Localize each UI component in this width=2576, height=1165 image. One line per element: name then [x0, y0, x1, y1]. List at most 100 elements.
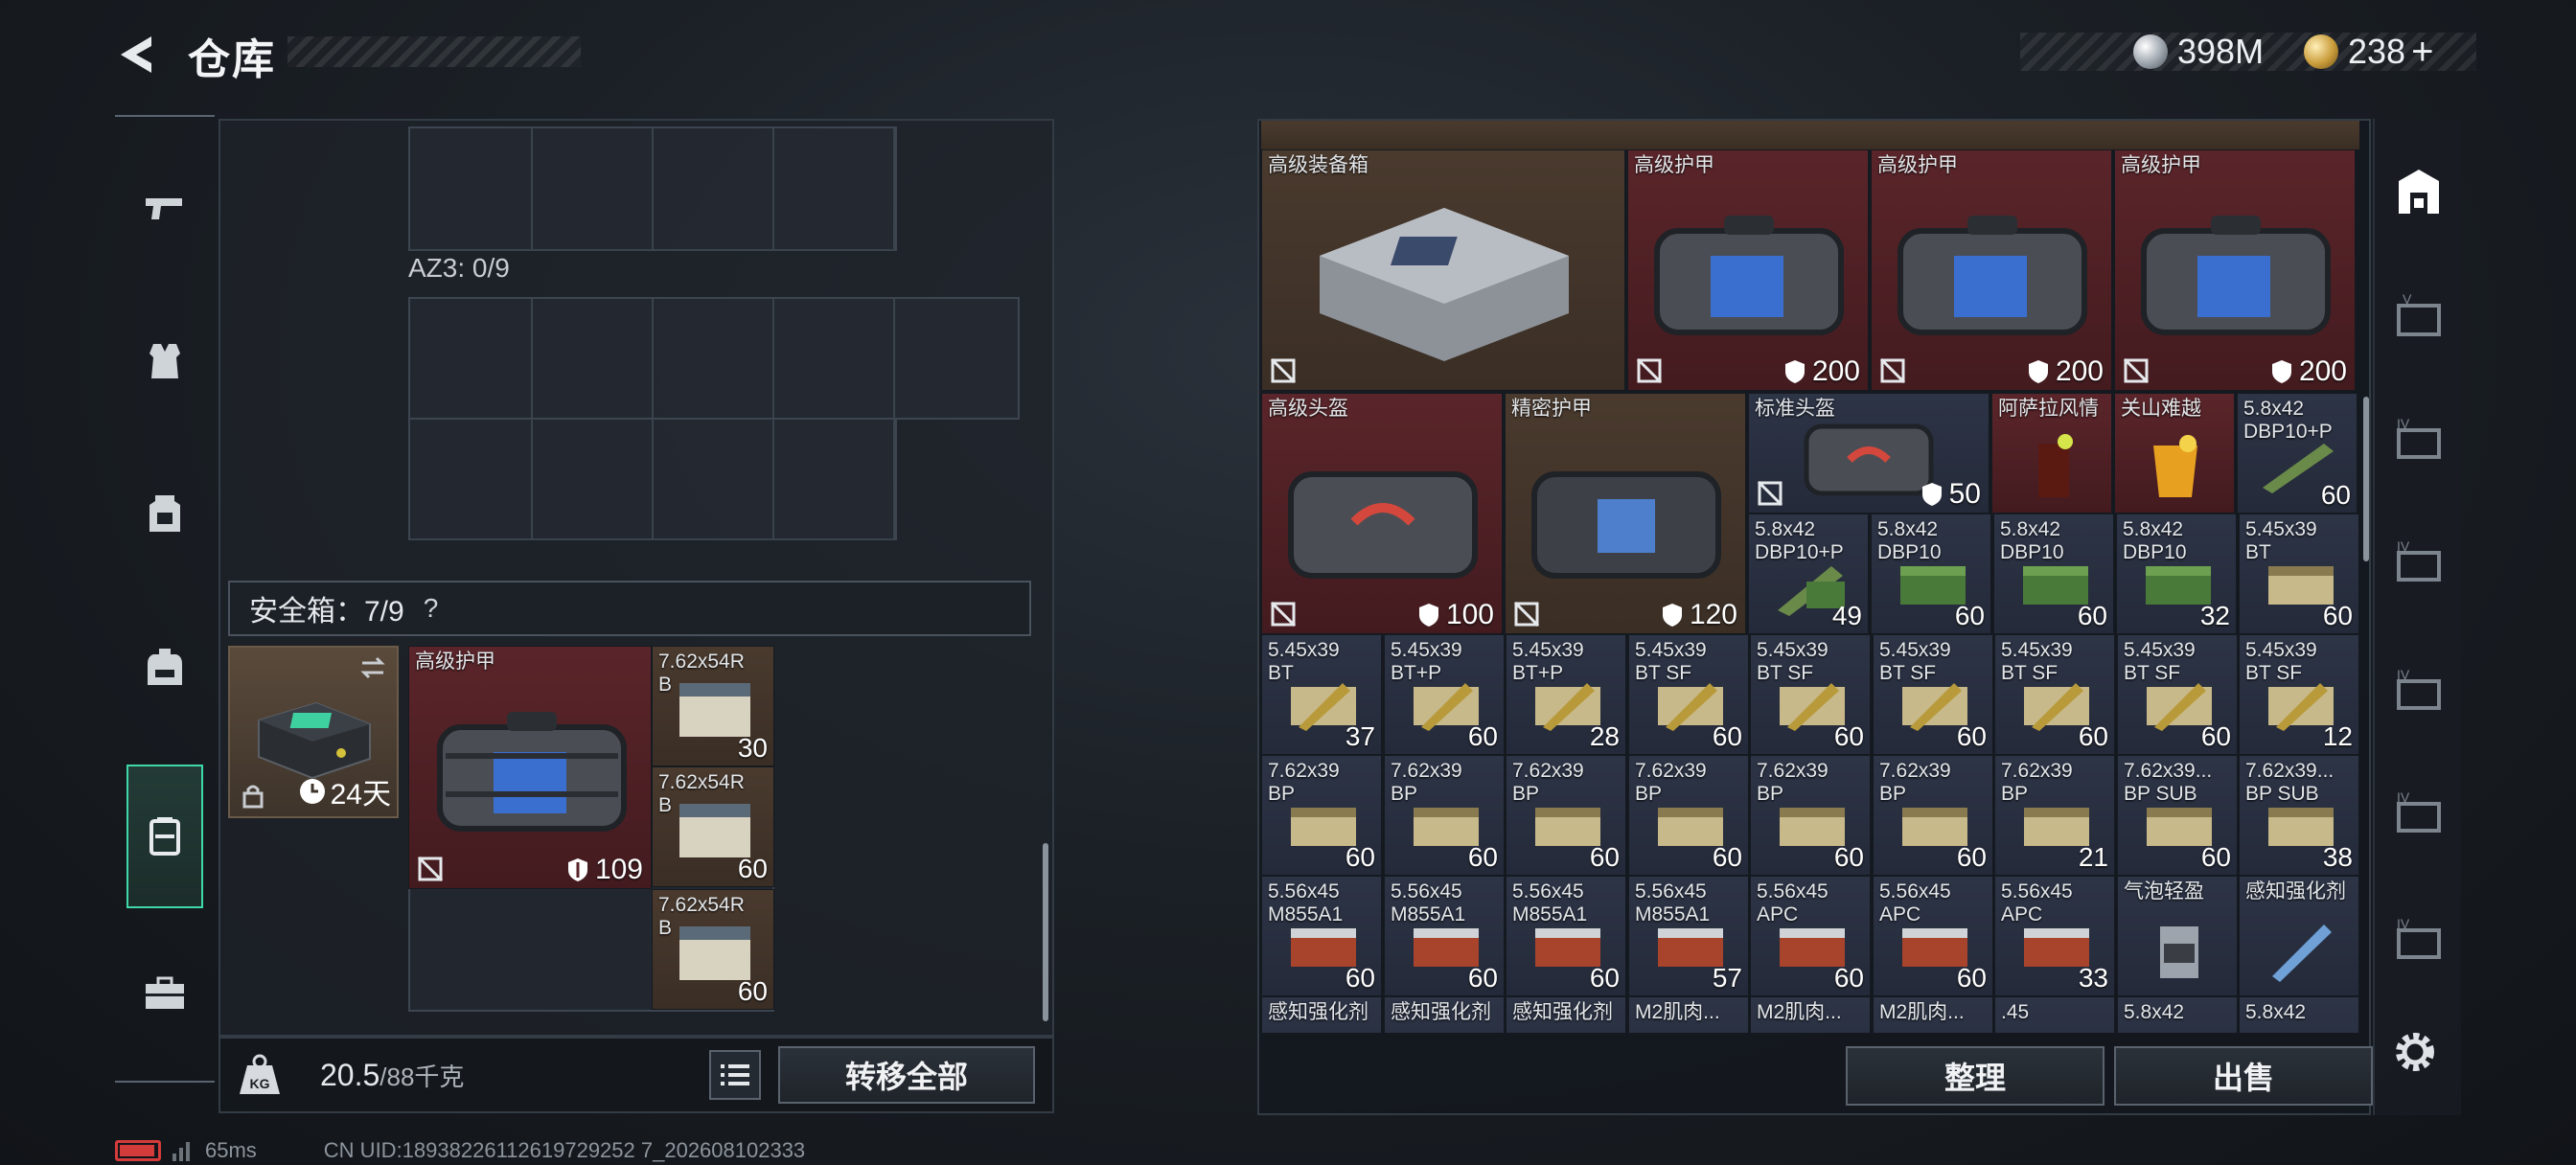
stash-tab-iv-icon: IV: [2397, 667, 2441, 710]
stash-item[interactable]: 5.56x45 M855A1 57: [1628, 876, 1749, 996]
stash-tab-iv[interactable]: IV: [2384, 780, 2453, 849]
item-count: 30: [737, 733, 768, 763]
stash-item-ammo[interactable]: 5.8x42 DBP10+P 60: [2237, 393, 2358, 514]
stash-item[interactable]: 5.8x42: [2239, 996, 2359, 1033]
item-name: 7.62x39 BP: [1879, 760, 1951, 805]
stash-item[interactable]: 气泡轻盈: [2117, 876, 2238, 996]
stash-item-ammo[interactable]: 5.8x42 DBP10 60: [1871, 514, 1991, 634]
sidebar-item-safe-box[interactable]: [126, 765, 203, 908]
stash-item[interactable]: 5.56x45 M855A1 60: [1506, 876, 1626, 996]
stash-item[interactable]: 5.45x39 BT 37: [1261, 634, 1382, 755]
stash-item[interactable]: 5.56x45 M855A1 60: [1384, 876, 1505, 996]
sidebar-item-weapons[interactable]: [126, 136, 203, 280]
stash-item-gear-case[interactable]: 高级装备箱: [1261, 149, 1625, 391]
item-name: 7.62x39 BP: [1268, 760, 1340, 805]
safebox-timer: 24天: [298, 770, 391, 812]
stash-item[interactable]: 7.62x39 BP 60: [1506, 755, 1626, 876]
stash-item-armor[interactable]: 高级护甲 200: [1627, 149, 1869, 391]
stash-item[interactable]: 5.45x39 BT SF 60: [1628, 634, 1749, 755]
item-name: 5.45x39 BT SF: [1757, 639, 1828, 684]
stash-item-drink[interactable]: 阿萨拉风情: [1991, 393, 2112, 514]
stash-item[interactable]: 5.56x45 APC 60: [1873, 876, 1993, 996]
stash-item[interactable]: 7.62x39... BP SUB 60: [2117, 755, 2238, 876]
safebox-ammo-item[interactable]: 7.62x54R B 30: [652, 646, 774, 766]
stash-item[interactable]: 5.45x39 BT SF 60: [1873, 634, 1993, 755]
stash-item[interactable]: M2肌肉...: [1873, 996, 1993, 1033]
list-view-button[interactable]: [709, 1050, 761, 1100]
swap-icon[interactable]: [358, 653, 387, 682]
item-count: 60: [2322, 601, 2353, 630]
stash-item[interactable]: M2肌肉...: [1628, 996, 1749, 1033]
stash-item[interactable]: 7.62x39 BP 60: [1873, 755, 1993, 876]
stash-item-precision-armor[interactable]: 精密护甲 120: [1505, 393, 1746, 634]
stash-item[interactable]: 5.45x39 BT SF 60: [1994, 634, 2115, 755]
stash-item[interactable]: 7.62x39 BP 60: [1384, 755, 1505, 876]
sidebar-item-chest-rig[interactable]: [126, 443, 203, 586]
battery-low-icon: [115, 1140, 161, 1161]
item-name: 7.62x39 BP: [2001, 760, 2073, 805]
stash-item[interactable]: 5.8x42: [2117, 996, 2238, 1033]
stash-item-helmet[interactable]: 高级头盔 100: [1261, 393, 1503, 634]
left-panel-scrollbar[interactable]: [1043, 843, 1048, 1021]
transfer-all-button[interactable]: 转移全部: [778, 1046, 1035, 1104]
armor-durability: 120: [1661, 599, 1737, 631]
stash-item[interactable]: 感知强化剂: [1506, 996, 1626, 1033]
safebox-ammo-item[interactable]: 7.62x54R B 60: [652, 766, 774, 887]
stash-tab-sidebar: V IV IV IV IV IV: [2373, 119, 2461, 1115]
stash-item[interactable]: M2肌肉...: [1750, 996, 1871, 1033]
stash-item-armor[interactable]: 高级护甲 200: [2114, 149, 2356, 391]
sidebar-item-toolbox[interactable]: [126, 922, 203, 1065]
silver-amount: 398M: [2177, 32, 2265, 71]
stash-item[interactable]: 7.62x39 BP 60: [1261, 755, 1382, 876]
stash-item[interactable]: 5.45x39 BT SF 12: [2239, 634, 2359, 755]
durability-value: 100: [1445, 599, 1494, 630]
left-category-sidebar: [115, 115, 215, 1083]
item-count: 60: [1954, 601, 1985, 630]
help-icon[interactable]: ?: [424, 593, 439, 624]
stash-item[interactable]: .45: [1994, 996, 2115, 1033]
safebox-item-card[interactable]: 24天: [228, 646, 399, 818]
safebox-ammo-item[interactable]: 7.62x54R B 60: [652, 889, 774, 1010]
stash-item[interactable]: 5.45x39 BT SF 60: [1750, 634, 1871, 755]
sidebar-item-backpack[interactable]: [126, 596, 203, 740]
stash-item-ammo[interactable]: 5.8x42 DBP10 60: [1993, 514, 2114, 634]
stash-item-ammo[interactable]: 5.8x42 DBP10 32: [2116, 514, 2237, 634]
stash-item[interactable]: 7.62x39 BP 21: [1994, 755, 2115, 876]
stash-item[interactable]: 感知强化剂: [1261, 996, 1382, 1033]
item-name: 关山难越: [2121, 398, 2201, 420]
stash-item-ammo[interactable]: 5.45x39 BT 60: [2239, 514, 2359, 634]
stash-tab-v[interactable]: V: [2384, 284, 2453, 353]
no-insurance-icon: [1636, 357, 1663, 384]
stash-tab-iv[interactable]: IV: [2384, 657, 2453, 726]
stash-item[interactable]: 5.56x45 APC 60: [1750, 876, 1871, 996]
back-arrow-icon[interactable]: [113, 31, 161, 79]
safebox-armor-item[interactable]: 高级护甲 109: [408, 646, 652, 889]
stash-item[interactable]: 感知强化剂: [1384, 996, 1505, 1033]
stash-tab-main[interactable]: [2384, 157, 2453, 226]
settings-gear-icon[interactable]: [2390, 1027, 2440, 1077]
lock-icon: [242, 785, 264, 809]
stash-tab-iv[interactable]: IV: [2384, 406, 2453, 475]
stash-item[interactable]: 5.56x45 M855A1 60: [1261, 876, 1382, 996]
sidebar-item-armor[interactable]: [126, 289, 203, 433]
stash-tab-iv[interactable]: IV: [2384, 906, 2453, 975]
stash-item[interactable]: 5.45x39 BT SF 60: [2117, 634, 2238, 755]
stash-item[interactable]: 7.62x39 BP 60: [1628, 755, 1749, 876]
stash-scrollbar[interactable]: [2363, 397, 2369, 561]
stash-item[interactable]: 5.45x39 BT+P 60: [1384, 634, 1505, 755]
add-currency-button[interactable]: +: [2411, 31, 2433, 74]
stash-main-icon: [2399, 170, 2439, 214]
stash-item[interactable]: 7.62x39... BP SUB 38: [2239, 755, 2359, 876]
stash-item-drink[interactable]: 关山难越: [2114, 393, 2235, 514]
stash-item-armor[interactable]: 高级护甲 200: [1871, 149, 2112, 391]
stash-item[interactable]: 感知强化剂: [2239, 876, 2359, 996]
stash-item[interactable]: 7.62x39 BP 60: [1750, 755, 1871, 876]
stash-item[interactable]: 5.45x39 BT+P 28: [1506, 634, 1626, 755]
stash-item-ammo[interactable]: 5.8x42 DBP10+P 49: [1748, 514, 1869, 634]
sell-button[interactable]: 出售: [2114, 1046, 2373, 1106]
stash-tab-iv[interactable]: IV: [2384, 529, 2453, 598]
sort-button[interactable]: 整理: [1846, 1046, 2104, 1106]
stash-item-standard-helmet[interactable]: 标准头盔 50: [1748, 393, 1990, 514]
stash-item[interactable]: 5.56x45 APC 33: [1994, 876, 2115, 996]
durability-value: 200: [2298, 355, 2347, 387]
